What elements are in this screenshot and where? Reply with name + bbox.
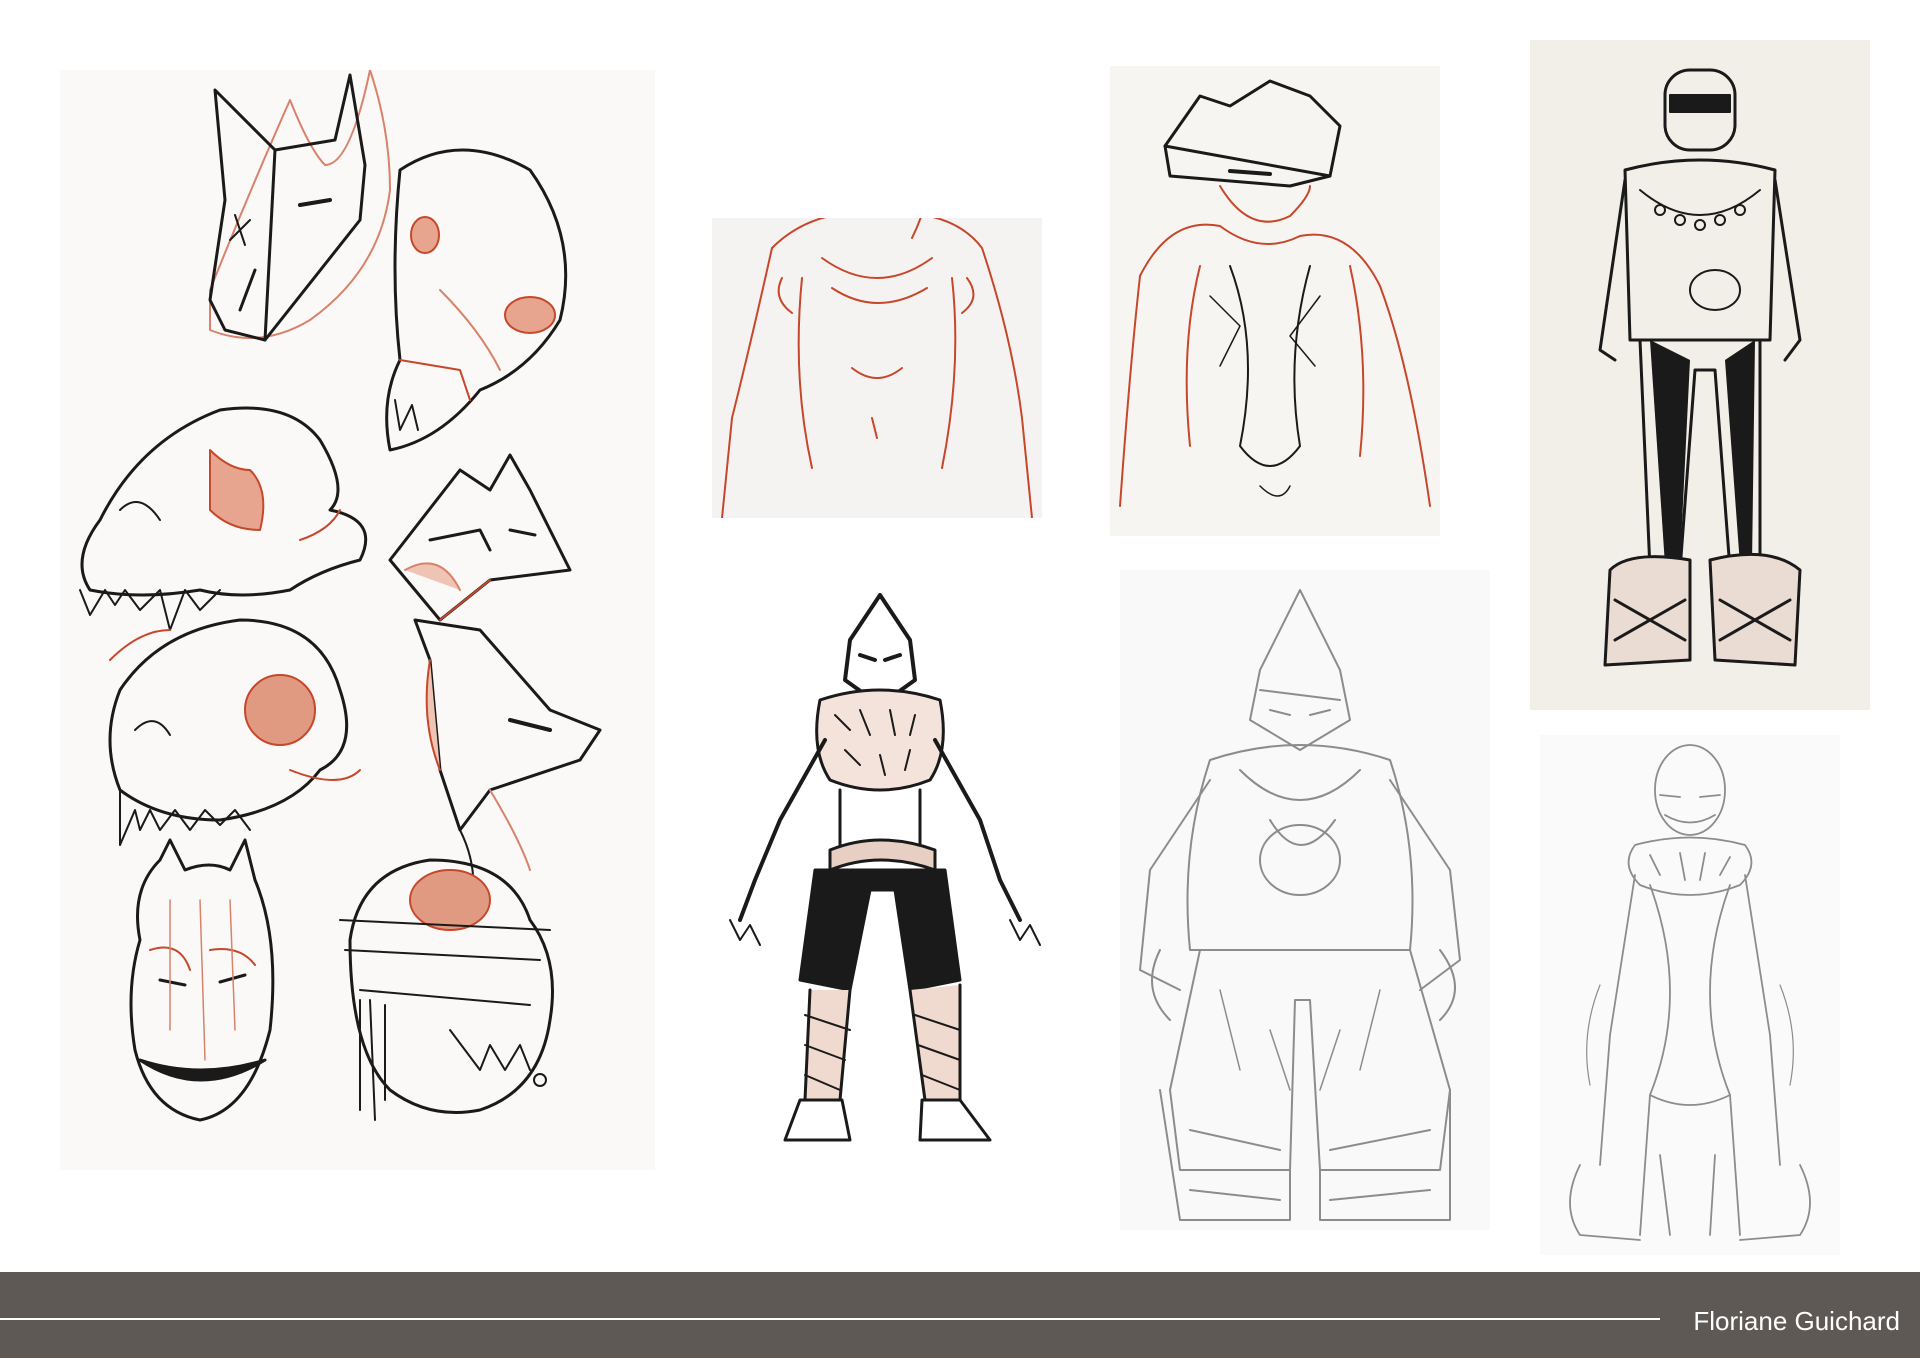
inked-standing-panel [1530, 40, 1870, 710]
artist-credit: Floriane Guichard [1693, 1306, 1900, 1336]
sketch-sheet [0, 0, 1920, 1270]
fox-mask-profile-sketch [413, 618, 602, 911]
hooded-figure-panel [712, 218, 1042, 518]
masks-skulls-drawing [79, 70, 602, 1122]
wrapped-skull-sketch [339, 858, 554, 1121]
graphite-standing-drawing [1569, 744, 1811, 1241]
hooded-figure-drawing [721, 218, 1033, 518]
cat-skull-side-sketch [108, 618, 361, 846]
kitsune-mask-sketch [129, 838, 275, 1122]
graphite-masked-panel [1120, 570, 1490, 1230]
cloaked-figure-drawing [1119, 79, 1431, 507]
footer-divider-line [0, 1318, 1660, 1320]
masks-skulls-panel [60, 70, 655, 1170]
cloaked-figure-panel [1110, 66, 1440, 536]
footer-bar [0, 1272, 1920, 1358]
inked-warrior-drawing [729, 593, 1041, 1142]
fox-mask-angled-sketch [388, 453, 572, 622]
inked-warrior-panel [710, 560, 1080, 1200]
graphite-standing-panel [1540, 735, 1840, 1255]
canine-skull-top-sketch [385, 148, 568, 452]
inked-standing-drawing [1598, 68, 1802, 667]
canine-skull-side-sketch [79, 406, 368, 631]
fox-mask-front-sketch [208, 70, 391, 342]
graphite-masked-drawing [1139, 589, 1461, 1221]
